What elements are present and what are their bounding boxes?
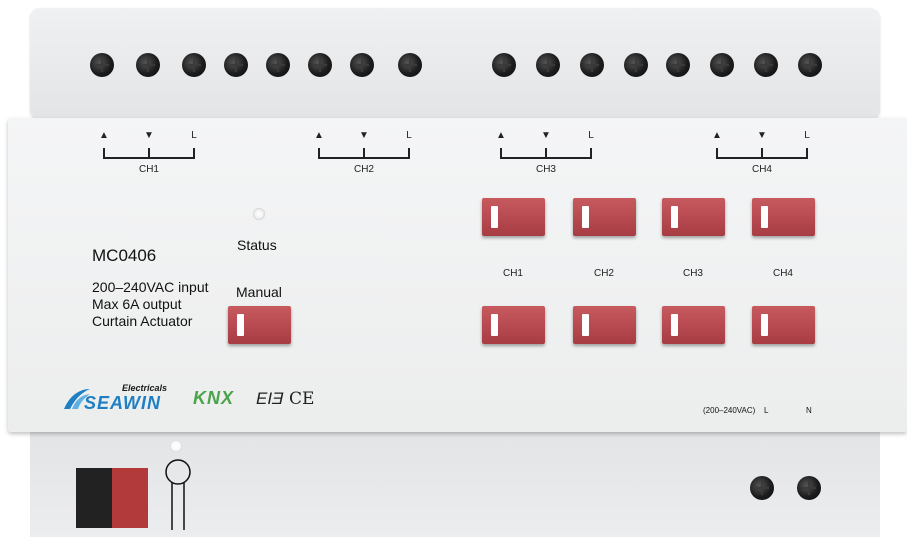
button-indicator-icon bbox=[582, 314, 589, 336]
terminal-screw-icon[interactable] bbox=[90, 53, 114, 77]
power-screw-l-icon[interactable] bbox=[750, 476, 774, 500]
relay-up-button-ch2[interactable] bbox=[573, 198, 636, 236]
power-l-label: L bbox=[764, 406, 769, 415]
terminal-screw-icon[interactable] bbox=[182, 53, 206, 77]
relay-up-button-ch1[interactable] bbox=[482, 198, 545, 236]
bracket-tick bbox=[103, 148, 105, 158]
brand-sub: Electricals bbox=[122, 383, 168, 393]
live-label: L bbox=[588, 130, 594, 141]
button-indicator-icon bbox=[761, 206, 768, 228]
bottom-terminal-rail bbox=[30, 420, 880, 537]
relay-up-button-ch3[interactable] bbox=[662, 198, 725, 236]
ce-mark: CE bbox=[289, 389, 315, 409]
eac-mark: EIƎ bbox=[256, 389, 284, 408]
relay-down-button-ch4[interactable] bbox=[752, 306, 815, 344]
terminal-screw-icon[interactable] bbox=[308, 53, 332, 77]
button-channel-label: CH1 bbox=[502, 268, 523, 279]
terminal-red bbox=[112, 468, 148, 528]
button-indicator-icon bbox=[671, 314, 678, 336]
channel-label: CH3 bbox=[535, 164, 556, 175]
button-indicator-icon bbox=[761, 314, 768, 336]
programming-clip-icon bbox=[165, 459, 191, 530]
channel-label: CH2 bbox=[353, 164, 374, 175]
knx-text: KNX bbox=[193, 388, 235, 408]
terminal-screw-icon[interactable] bbox=[350, 53, 374, 77]
terminal-screw-icon[interactable] bbox=[266, 53, 290, 77]
up-arrow-icon: ▲ bbox=[99, 130, 109, 141]
button-indicator-icon bbox=[237, 314, 244, 336]
bracket-tick bbox=[500, 148, 502, 158]
spec-line-1: 200–240VAC input bbox=[92, 279, 209, 295]
knx-logo: KNX bbox=[193, 388, 234, 409]
down-arrow-icon: ▼ bbox=[757, 130, 767, 141]
manual-button[interactable] bbox=[228, 306, 291, 344]
bracket-tick bbox=[193, 148, 195, 158]
button-channel-label: CH2 bbox=[593, 268, 614, 279]
bus-terminal[interactable] bbox=[76, 468, 152, 528]
manual-label: Manual bbox=[236, 284, 282, 300]
terminal-screw-icon[interactable] bbox=[624, 53, 648, 77]
button-channel-label: CH3 bbox=[682, 268, 703, 279]
terminal-screw-icon[interactable] bbox=[754, 53, 778, 77]
channel-label: CH4 bbox=[751, 164, 772, 175]
button-channel-label: CH4 bbox=[772, 268, 793, 279]
terminal-screw-icon[interactable] bbox=[798, 53, 822, 77]
spec-line-2: Max 6A output bbox=[92, 296, 182, 312]
spec-line-3: Curtain Actuator bbox=[92, 313, 193, 329]
bracket-tick bbox=[716, 148, 718, 158]
terminal-screw-icon[interactable] bbox=[492, 53, 516, 77]
down-arrow-icon: ▼ bbox=[144, 130, 154, 141]
relay-down-button-ch2[interactable] bbox=[573, 306, 636, 344]
relay-up-button-ch4[interactable] bbox=[752, 198, 815, 236]
button-indicator-icon bbox=[582, 206, 589, 228]
up-arrow-icon: ▲ bbox=[314, 130, 324, 141]
terminal-screw-icon[interactable] bbox=[710, 53, 734, 77]
live-label: L bbox=[191, 130, 197, 141]
terminal-screw-icon[interactable] bbox=[666, 53, 690, 77]
terminal-screw-icon[interactable] bbox=[224, 53, 248, 77]
relay-down-button-ch3[interactable] bbox=[662, 306, 725, 344]
power-screw-n-icon[interactable] bbox=[797, 476, 821, 500]
bracket-tick bbox=[590, 148, 592, 158]
button-indicator-icon bbox=[491, 314, 498, 336]
down-arrow-icon: ▼ bbox=[541, 130, 551, 141]
up-arrow-icon: ▲ bbox=[496, 130, 506, 141]
channel-label: CH1 bbox=[138, 164, 159, 175]
terminal-screw-icon[interactable] bbox=[536, 53, 560, 77]
bracket-tick bbox=[363, 148, 365, 158]
terminal-black bbox=[76, 468, 112, 528]
bracket-tick bbox=[545, 148, 547, 158]
model-label: MC0406 bbox=[92, 246, 157, 265]
bracket-tick bbox=[318, 148, 320, 158]
brand-name: SEAWIN bbox=[84, 393, 162, 413]
button-indicator-icon bbox=[491, 206, 498, 228]
bracket-tick bbox=[408, 148, 410, 158]
seawin-logo: Electricals SEAWIN bbox=[62, 381, 172, 413]
bracket-tick bbox=[761, 148, 763, 158]
status-label: Status bbox=[237, 237, 277, 253]
bracket-tick bbox=[148, 148, 150, 158]
terminal-screw-icon[interactable] bbox=[580, 53, 604, 77]
live-label: L bbox=[406, 130, 412, 141]
power-n-label: N bbox=[806, 406, 812, 415]
terminal-screw-icon[interactable] bbox=[136, 53, 160, 77]
button-indicator-icon bbox=[671, 206, 678, 228]
status-led-icon bbox=[253, 208, 265, 220]
power-label: (200–240VAC) bbox=[703, 406, 756, 415]
led-dot-icon bbox=[170, 440, 182, 452]
down-arrow-icon: ▼ bbox=[359, 130, 369, 141]
relay-down-button-ch1[interactable] bbox=[482, 306, 545, 344]
terminal-screw-icon[interactable] bbox=[398, 53, 422, 77]
bracket-tick bbox=[806, 148, 808, 158]
live-label: L bbox=[804, 130, 810, 141]
up-arrow-icon: ▲ bbox=[712, 130, 722, 141]
